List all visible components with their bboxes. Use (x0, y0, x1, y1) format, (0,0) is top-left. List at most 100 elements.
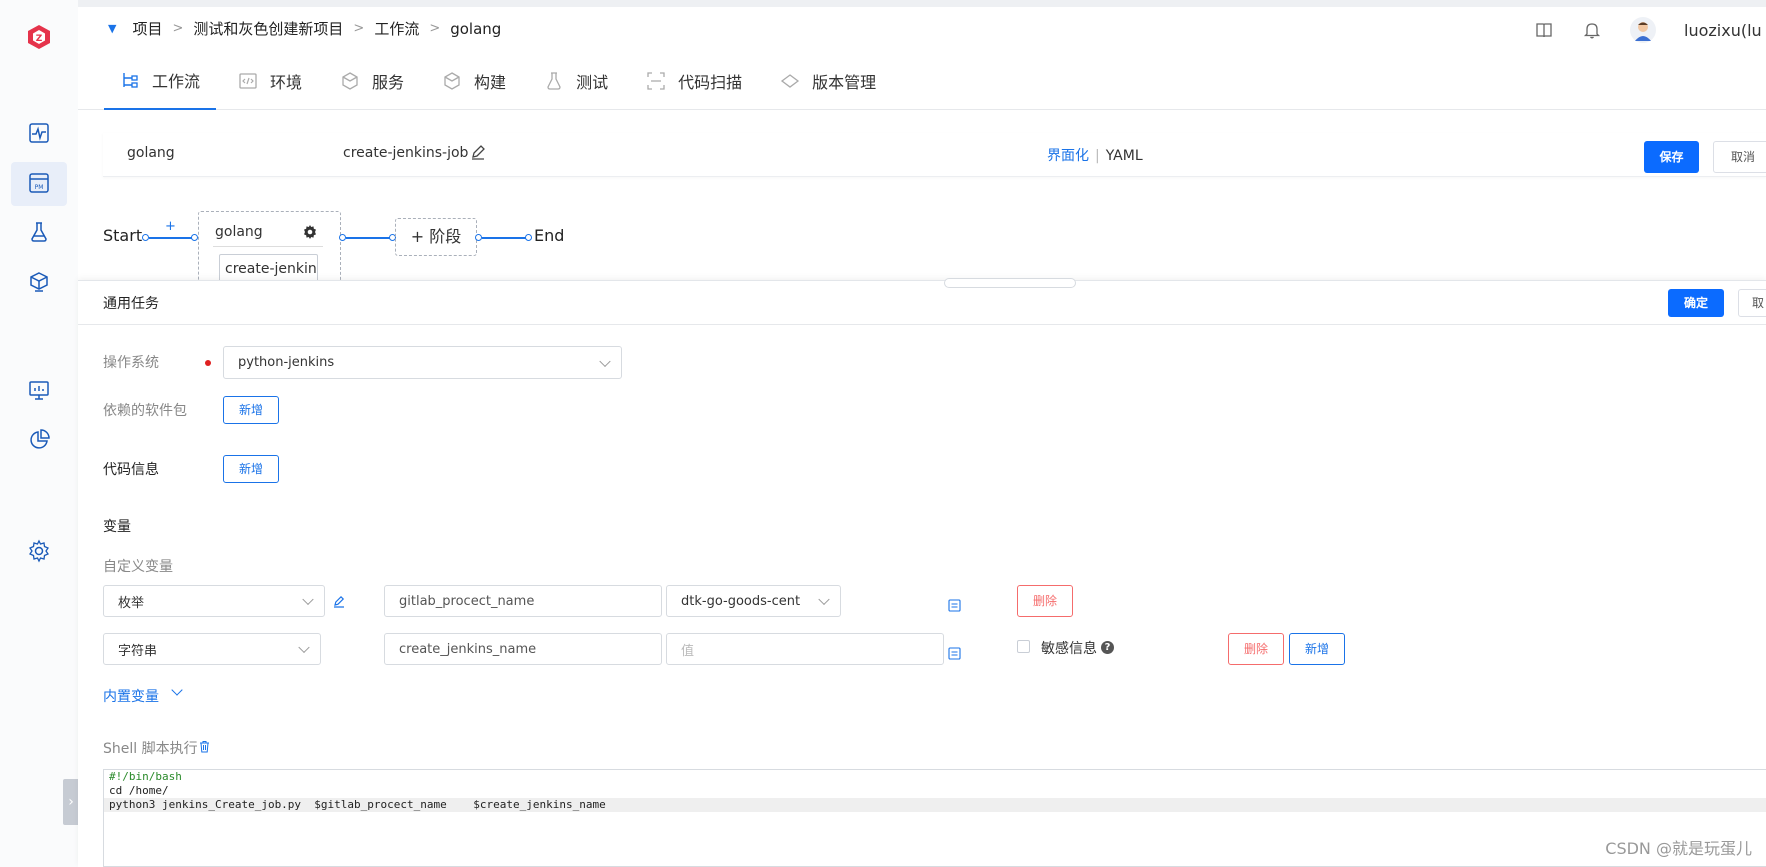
help-question-icon[interactable]: ? (1101, 641, 1114, 654)
chevron-down-icon (818, 593, 830, 606)
connector-line (149, 237, 195, 239)
breadcrumb-sep: > (353, 21, 365, 36)
connector-dot (191, 234, 198, 241)
var-type-select[interactable]: 字符串 (103, 633, 321, 665)
settings-gear-icon[interactable] (27, 539, 51, 563)
left-rail: Z PM › (0, 0, 79, 867)
mode-yaml[interactable]: YAML (1106, 148, 1143, 164)
add-stage-button[interactable]: + 阶段 (395, 218, 477, 256)
bell-icon[interactable] (1582, 20, 1602, 40)
pipeline-start: Start (103, 226, 143, 245)
monitor-icon[interactable] (27, 378, 51, 402)
module-tabs: 工作流 环境 服务 构建 测试 代码扫描 版本管理 (78, 52, 1766, 110)
package-icon[interactable] (27, 270, 51, 294)
var-value-select[interactable]: dtk-go-goods-cent (666, 585, 841, 617)
save-button[interactable]: 保存 (1644, 141, 1699, 173)
flask-icon[interactable] (27, 220, 51, 244)
workflow-job-name: create-jenkins-job (343, 145, 469, 161)
chevron-down-icon (302, 593, 314, 606)
edit-pencil-icon[interactable] (469, 143, 487, 161)
add-var-button[interactable]: 新增 (1289, 633, 1345, 665)
tab-workflow[interactable]: 工作流 (104, 52, 217, 110)
var-value-input[interactable]: 值 (666, 633, 944, 665)
os-label: 操作系统 (103, 355, 159, 371)
var-value-select-value: dtk-go-goods-cent (681, 593, 801, 609)
script-line: python3 jenkins_Create_job.py $gitlab_pr… (104, 798, 1766, 812)
top-right-actions: luozixu(lu (1534, 17, 1766, 43)
trash-icon[interactable] (198, 740, 211, 753)
cube-icon (342, 72, 358, 90)
stage-settings-gear-icon[interactable] (302, 224, 318, 240)
top-bar: ▼ 项目 > 测试和灰色创建新项目 > 工作流 > golang luozixu… (78, 0, 1766, 52)
tab-build[interactable]: 构建 (426, 52, 522, 110)
builtin-variables-toggle[interactable]: 内置变量 (103, 686, 159, 706)
var-type-value: 枚举 (118, 595, 145, 611)
delete-var-button[interactable]: 删除 (1017, 585, 1073, 617)
tab-label: 版本管理 (812, 73, 877, 92)
breadcrumb-item-project-name[interactable]: 测试和灰色创建新项目 (193, 18, 343, 39)
breadcrumb-item-workflows[interactable]: 工作流 (374, 18, 419, 39)
connector-dot (475, 234, 482, 241)
breadcrumb-item-project[interactable]: 项目 (132, 18, 162, 39)
tab-label: 服务 (372, 73, 405, 92)
var-key-input[interactable]: gitlab_procect_name (384, 585, 662, 617)
pipeline-end: End (534, 226, 565, 245)
workflow-name: golang (127, 145, 175, 161)
tab-label: 代码扫描 (678, 73, 743, 92)
tab-label: 测试 (576, 73, 609, 92)
os-select-value: python-jenkins (238, 355, 335, 370)
edit-enum-pencil-icon[interactable] (332, 594, 346, 608)
shell-script-editor[interactable]: #!/bin/bash cd /home/ python3 jenkins_Cr… (103, 769, 1766, 867)
pm-icon[interactable]: PM (27, 171, 51, 195)
add-code-button[interactable]: 新增 (223, 455, 279, 483)
tab-test[interactable]: 测试 (528, 52, 624, 110)
var-key-input[interactable]: create_jenkins_name (384, 633, 662, 665)
panel-header: 通用任务 (78, 281, 1766, 325)
pie-chart-icon[interactable] (27, 428, 51, 452)
zadig-logo-icon[interactable]: Z (26, 24, 52, 50)
insert-stage-plus[interactable]: + (165, 219, 176, 234)
edit-mode-switch: 界面化 | YAML (1047, 148, 1143, 164)
cancel-button[interactable]: 取消 (1713, 141, 1766, 173)
var-type-select[interactable]: 枚举 (103, 585, 325, 617)
svg-text:Z: Z (36, 34, 43, 44)
variable-picker-icon[interactable] (948, 647, 961, 660)
script-line: #!/bin/bash (109, 770, 182, 783)
tab-code-scan[interactable]: 代码扫描 (630, 52, 758, 110)
tab-label: 工作流 (152, 72, 201, 91)
connector-dot (525, 234, 532, 241)
script-line: cd /home/ (109, 784, 169, 797)
pulse-icon[interactable] (27, 121, 51, 145)
mode-visual[interactable]: 界面化 (1047, 148, 1089, 164)
os-select[interactable]: python-jenkins (223, 346, 622, 379)
tab-service[interactable]: 服务 (324, 52, 420, 110)
sidebar-expand-handle[interactable]: › (63, 779, 79, 825)
sensitive-checkbox[interactable] (1017, 640, 1030, 653)
breadcrumb-item-workflow: golang (450, 19, 502, 38)
code-info-label: 代码信息 (103, 462, 159, 478)
shell-label: Shell 脚本执行 (103, 741, 198, 757)
breadcrumb: ▼ 项目 > 测试和灰色创建新项目 > 工作流 > golang (108, 18, 501, 39)
stage-divider (213, 246, 323, 247)
stage-card[interactable]: golang create-jenkins (198, 211, 341, 284)
tab-label: 环境 (270, 73, 303, 92)
avatar[interactable] (1630, 17, 1656, 43)
caret-down-icon[interactable]: ▼ (108, 22, 116, 35)
breadcrumb-sep: > (429, 21, 441, 36)
var-type-value: 字符串 (118, 643, 158, 659)
delete-var-button[interactable]: 删除 (1228, 633, 1284, 665)
pipeline-diagram: Start + golang create-jenkins + 阶段 End (103, 210, 603, 284)
docs-book-icon[interactable] (1534, 20, 1554, 40)
user-name[interactable]: luozixu(lu (1684, 21, 1766, 40)
variable-picker-icon[interactable] (948, 599, 961, 612)
tab-environment[interactable]: 环境 (222, 52, 318, 110)
flask-icon (547, 72, 561, 90)
panel-cancel-button[interactable]: 取 (1738, 289, 1766, 317)
add-dependency-button[interactable]: 新增 (223, 396, 279, 424)
panel-title: 通用任务 (103, 296, 159, 312)
chevron-down-icon (298, 641, 310, 654)
connector-line (346, 237, 392, 239)
tab-release[interactable]: 版本管理 (764, 52, 892, 110)
confirm-button[interactable]: 确定 (1668, 289, 1724, 317)
box-icon (444, 72, 460, 90)
